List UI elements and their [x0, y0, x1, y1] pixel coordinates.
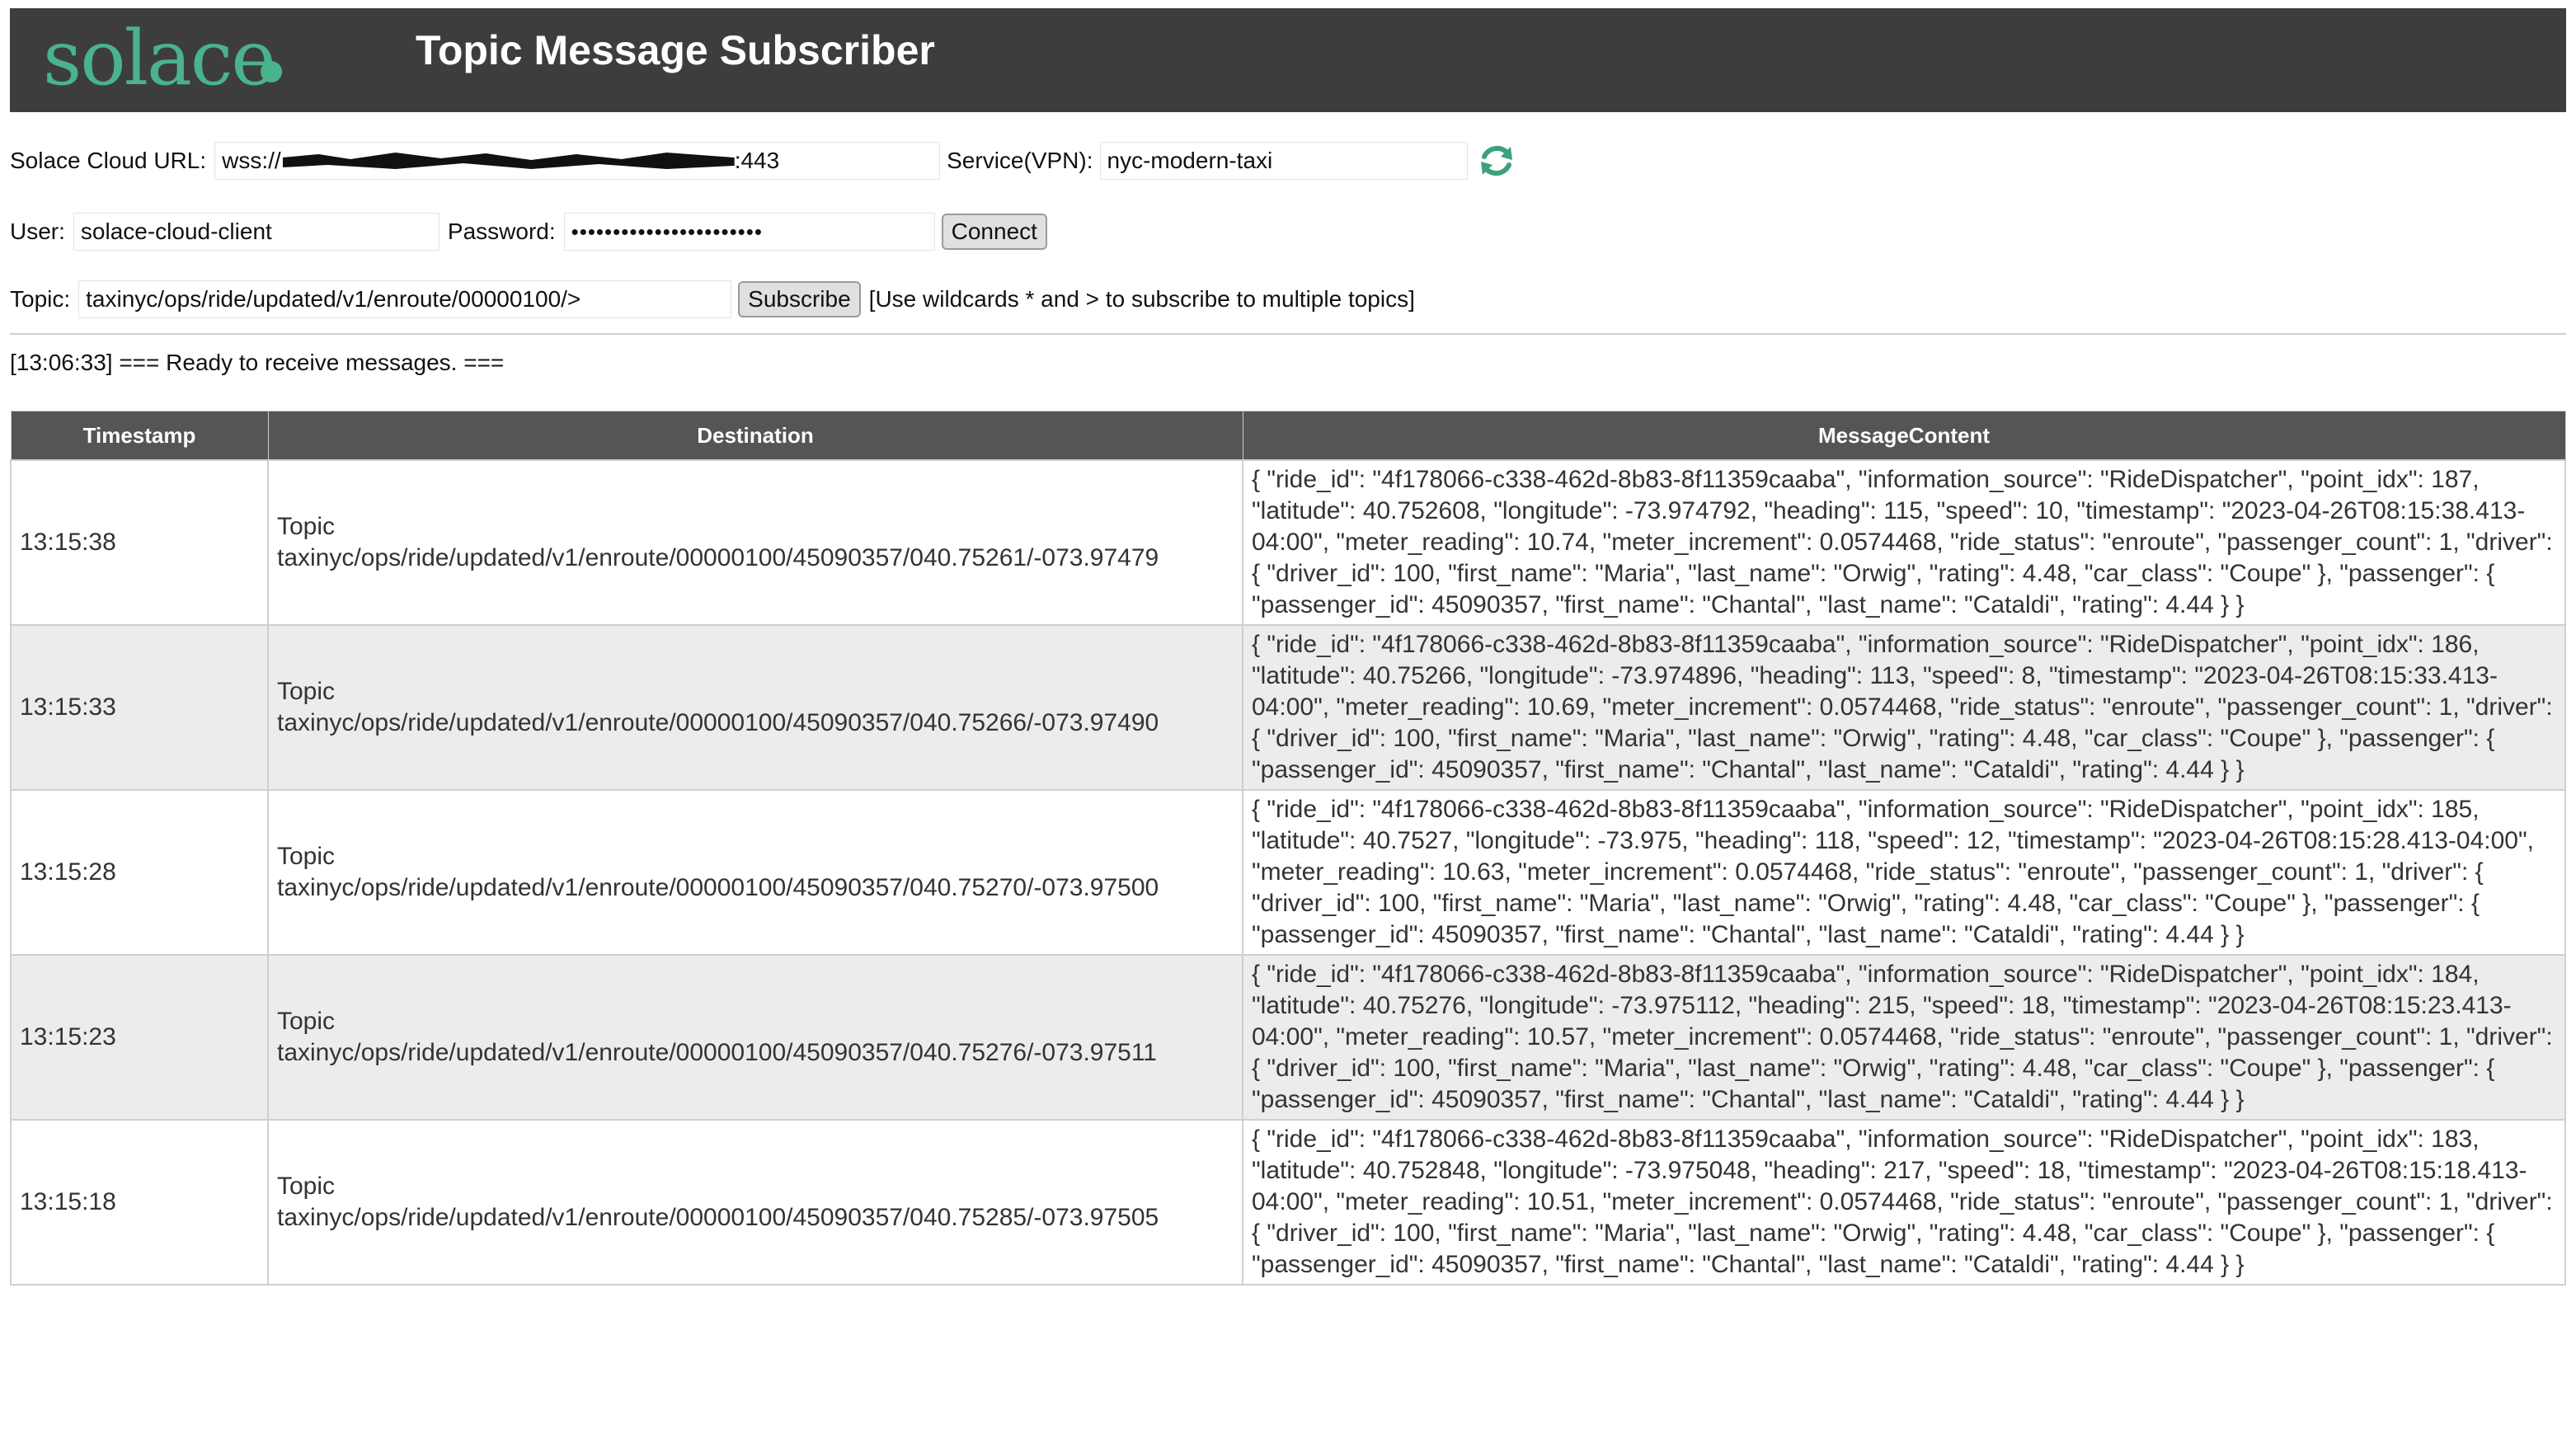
topic-input[interactable]: taxinyc/ops/ride/updated/v1/enroute/0000… [78, 280, 732, 318]
user-label: User: [10, 219, 65, 244]
row-timestamp: 13:15:23 [10, 954, 269, 1121]
header-message-content: MessageContent [1242, 411, 2566, 461]
row-destination: Topic taxinyc/ops/ride/updated/v1/enroute… [267, 1119, 1243, 1286]
row-message-content: { "ride_id": "4f178066-c338-462d-8b83-8f… [1242, 1119, 2566, 1286]
table-row[interactable]: 13:15:33 Topic taxinyc/ops/ride/updated/v… [10, 624, 2566, 791]
logo-dot [261, 61, 282, 82]
table-row[interactable]: 13:15:18 Topic taxinyc/ops/ride/updated/v… [10, 1119, 2566, 1286]
messages-table: Timestamp Destination MessageContent 13:… [10, 411, 2566, 1286]
vpn-label: Service(VPN): [947, 148, 1093, 173]
table-row[interactable]: 13:15:28 Topic taxinyc/ops/ride/updated/v… [10, 789, 2566, 956]
url-suffix: :443 [734, 148, 780, 173]
url-label: Solace Cloud URL: [10, 148, 207, 173]
app-header: solace Topic Message Subscriber [10, 8, 2566, 112]
row-timestamp: 13:15:38 [10, 459, 269, 626]
url-prefix: wss:// [222, 148, 281, 173]
dest-type: Topic [277, 678, 336, 705]
row-timestamp: 13:15:33 [10, 624, 269, 791]
table-header-row: Timestamp Destination MessageContent [10, 411, 2566, 461]
subscription-row: Topic: taxinyc/ops/ride/updated/v1/enrou… [10, 280, 1415, 318]
dest-topic: taxinyc/ops/ride/updated/v1/enroute/0000… [277, 1039, 1157, 1066]
page-title: Topic Message Subscriber [416, 27, 935, 73]
dest-topic: taxinyc/ops/ride/updated/v1/enroute/0000… [277, 544, 1159, 571]
row-destination: Topic taxinyc/ops/ride/updated/v1/enroute… [267, 624, 1243, 791]
dest-topic: taxinyc/ops/ride/updated/v1/enroute/0000… [277, 1204, 1159, 1231]
connection-row-1: Solace Cloud URL: wss:// :443 Service(VPN… [10, 140, 1517, 181]
row-destination: Topic taxinyc/ops/ride/updated/v1/enroute… [267, 459, 1243, 626]
dest-type: Topic [277, 513, 336, 540]
row-message-content: { "ride_id": "4f178066-c338-462d-8b83-8f… [1242, 789, 2566, 956]
row-destination: Topic taxinyc/ops/ride/updated/v1/enroute… [267, 789, 1243, 956]
password-input[interactable]: ••••••••••••••••••••••• [563, 213, 935, 251]
row-message-content: { "ride_id": "4f178066-c338-462d-8b83-8f… [1242, 954, 2566, 1121]
solace-logo: solace [43, 14, 276, 102]
password-label: Password: [447, 219, 556, 244]
row-timestamp: 13:15:28 [10, 789, 269, 956]
wildcard-hint: [Use wildcards * and > to subscribe to m… [868, 286, 1415, 312]
dest-topic: taxinyc/ops/ride/updated/v1/enroute/0000… [277, 874, 1159, 901]
row-message-content: { "ride_id": "4f178066-c338-462d-8b83-8f… [1242, 624, 2566, 791]
vpn-input[interactable]: nyc-modern-taxi [1099, 142, 1468, 180]
dest-topic: taxinyc/ops/ride/updated/v1/enroute/0000… [277, 709, 1159, 736]
header-destination: Destination [267, 411, 1243, 461]
topic-label: Topic: [10, 286, 71, 312]
row-destination: Topic taxinyc/ops/ride/updated/v1/enroute… [267, 954, 1243, 1121]
row-message-content: { "ride_id": "4f178066-c338-462d-8b83-8f… [1242, 459, 2566, 626]
dest-type: Topic [277, 1173, 336, 1200]
url-input[interactable]: wss:// :443 [214, 142, 941, 180]
table-row[interactable]: 13:15:38 Topic taxinyc/ops/ride/updated/v… [10, 459, 2566, 626]
user-input[interactable]: solace-cloud-client [73, 213, 440, 251]
redacted-host [282, 153, 735, 169]
row-timestamp: 13:15:18 [10, 1119, 269, 1286]
dest-type: Topic [277, 1008, 336, 1035]
subscribe-button[interactable]: Subscribe [738, 281, 861, 317]
refresh-icon[interactable] [1476, 140, 1517, 181]
table-row[interactable]: 13:15:23 Topic taxinyc/ops/ride/updated/v… [10, 954, 2566, 1121]
header-timestamp: Timestamp [10, 411, 269, 461]
connection-row-2: User: solace-cloud-client Password: ••••… [10, 213, 1047, 251]
status-message: [13:06:33] === Ready to receive messages… [10, 350, 505, 375]
dest-type: Topic [277, 843, 336, 870]
connect-button[interactable]: Connect [941, 214, 1047, 250]
divider [10, 333, 2566, 335]
